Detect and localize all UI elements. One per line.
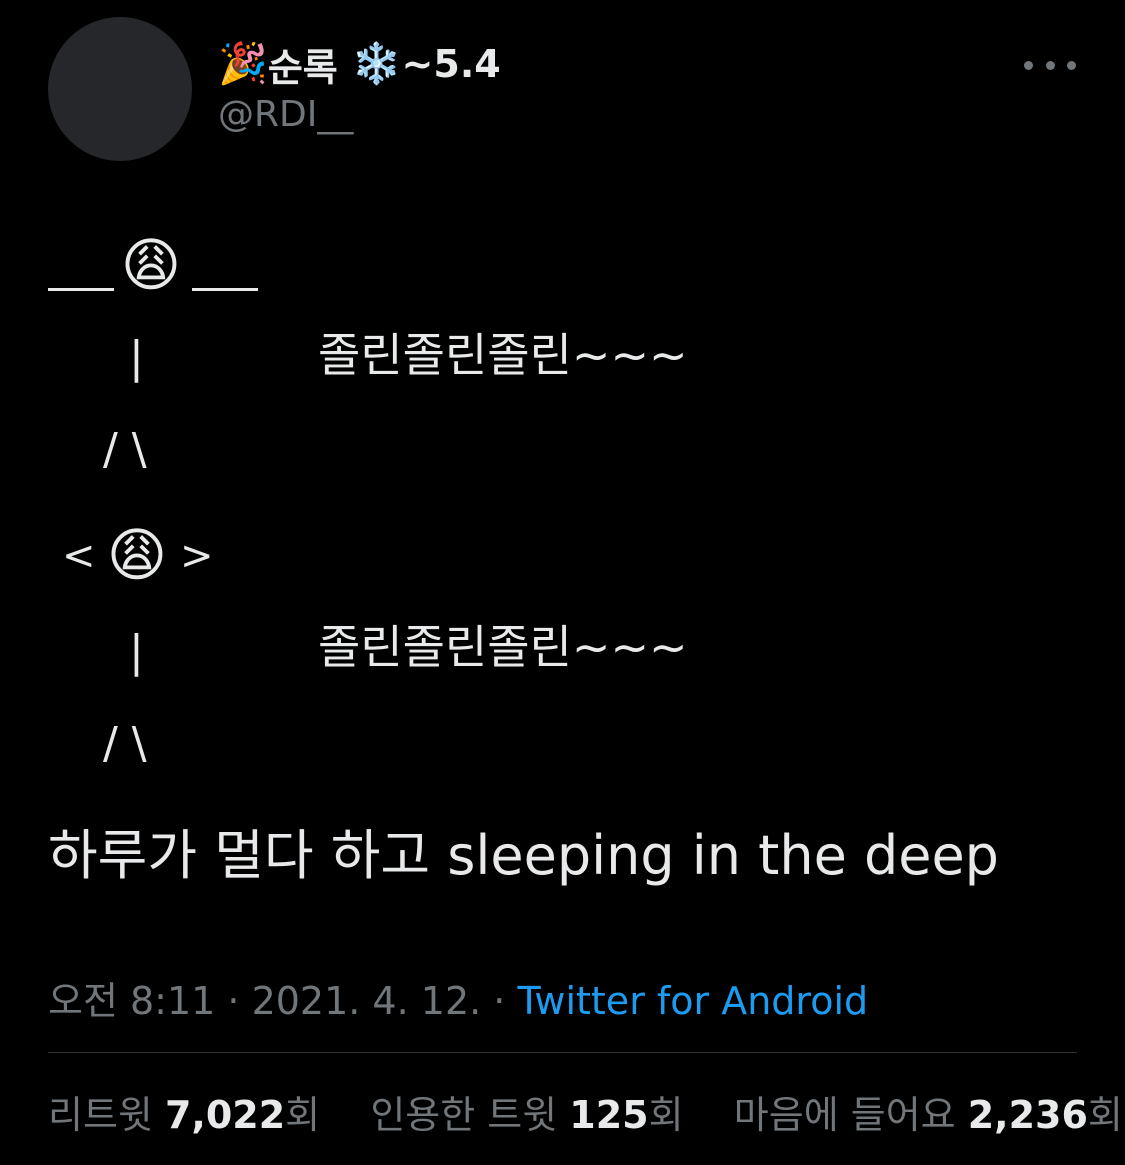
more-horizontal-icon-dot (1067, 60, 1076, 70)
tweet-text: 하루가 멀다 하고 sleeping in the deep (48, 824, 999, 887)
more-options-button[interactable] (1024, 50, 1076, 80)
tweet-timestamp[interactable]: 오전 8:11 · 2021. 4. 12. · (48, 979, 517, 1023)
user-handle[interactable]: @RDI__ (218, 94, 353, 135)
snowflake-icon: ❄️ (351, 41, 402, 87)
figure2-body: | (129, 626, 144, 677)
likes-unit: 회 (1087, 1093, 1123, 1137)
party-popper-icon: 🎉 (218, 41, 268, 87)
figure1-body: | (129, 332, 144, 383)
tweet-stats: 리트윗 7,022회 인용한 트윗 125회 마음에 들어요 2,236회 (48, 1084, 1123, 1139)
display-name[interactable]: 🎉 순록 ❄️ ~5.4 (218, 38, 501, 90)
figure1-left-arm (48, 288, 114, 291)
quotes-count: 125 (569, 1093, 649, 1137)
more-horizontal-icon-dot (1045, 60, 1055, 70)
tweet-source-link[interactable]: Twitter for Android (517, 979, 868, 1023)
avatar[interactable] (48, 17, 192, 161)
quotes-stat[interactable]: 인용한 트윗 125회 (358, 1093, 695, 1137)
display-name-text: 순록 (267, 45, 338, 90)
weary-face-icon: 😩 (120, 231, 182, 299)
figure2-legs: / \ (103, 718, 147, 769)
retweets-stat[interactable]: 리트윗 7,022회 (48, 1093, 332, 1137)
more-horizontal-icon (1024, 60, 1033, 70)
sway-text-2: 졸린졸린졸린~~~ (318, 620, 688, 674)
likes-label: 마음에 들어요 (733, 1093, 968, 1137)
likes-stat[interactable]: 마음에 들어요 2,236회 (722, 1093, 1123, 1137)
quotes-label: 인용한 트윗 (370, 1093, 570, 1137)
weary-face-icon: 😩 (106, 521, 168, 589)
figure1-legs: / \ (103, 424, 147, 475)
likes-count: 2,236 (967, 1093, 1088, 1137)
sway-text-1: 졸린졸린졸린~~~ (318, 328, 688, 382)
retweets-count: 7,022 (164, 1093, 286, 1137)
tweet-metadata: 오전 8:11 · 2021. 4. 12. · Twitter for And… (48, 970, 868, 1025)
quotes-unit: 회 (648, 1093, 684, 1137)
display-name-suffix: ~5.4 (401, 42, 501, 86)
figure2-right-bracket: > (180, 533, 214, 579)
retweets-unit: 회 (285, 1093, 321, 1137)
figure2-left-bracket: < (62, 533, 96, 579)
divider (48, 1052, 1077, 1053)
retweets-label: 리트윗 (48, 1093, 165, 1137)
figure1-right-arm (192, 288, 258, 291)
